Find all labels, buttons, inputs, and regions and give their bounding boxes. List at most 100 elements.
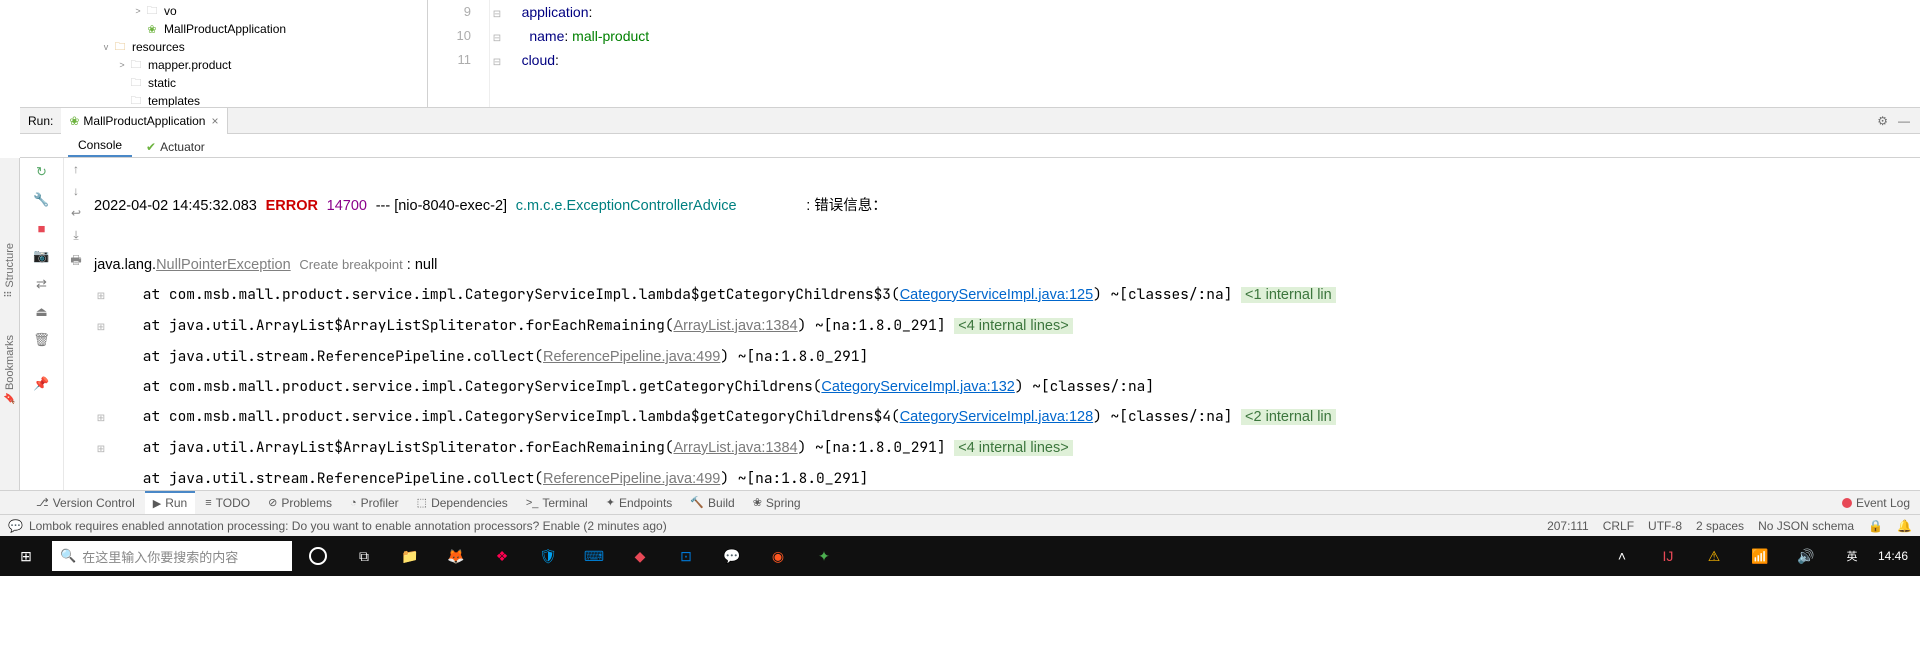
- json-schema[interactable]: No JSON schema: [1758, 519, 1854, 533]
- stack-link[interactable]: CategoryServiceImpl.java:125: [900, 287, 1093, 303]
- bottom-tab-spring[interactable]: ❀Spring: [745, 491, 809, 514]
- tree-item[interactable]: >🗀vo: [20, 2, 427, 20]
- up-icon[interactable]: ↑: [73, 162, 79, 176]
- tree-item[interactable]: 🗀static: [20, 74, 427, 92]
- editor[interactable]: 91011 ⊟ application:⊟ name: mall-product…: [428, 0, 1920, 107]
- tray-up-icon[interactable]: ˄: [1602, 541, 1642, 571]
- tray-volume-icon[interactable]: 🔊: [1786, 541, 1826, 571]
- app-icon-6[interactable]: ◆: [620, 541, 660, 571]
- notification-dot-icon: [1842, 498, 1852, 508]
- actuator-tab[interactable]: ✔Actuator: [136, 136, 215, 157]
- indent-info[interactable]: 2 spaces: [1696, 519, 1744, 533]
- app-icon-9[interactable]: ◉: [758, 541, 798, 571]
- stack-link[interactable]: CategoryServiceImpl.java:128: [900, 409, 1093, 425]
- stack-link[interactable]: ArrayList.java:1384: [674, 318, 798, 334]
- notif-icon[interactable]: 🔔: [1897, 519, 1912, 533]
- tree-item[interactable]: v🗀resources: [20, 38, 427, 56]
- bottom-tab-build[interactable]: 🔨Build: [682, 491, 742, 514]
- start-button[interactable]: ⊞: [6, 541, 46, 571]
- bottom-tab-profiler[interactable]: ◔Profiler: [342, 491, 407, 514]
- tray-wifi-icon[interactable]: 📶: [1740, 541, 1780, 571]
- bottom-tab-endpoints[interactable]: ✦Endpoints: [598, 491, 681, 514]
- spring-icon: ❀: [144, 23, 160, 36]
- tree-item-label: static: [148, 76, 176, 90]
- cortana-icon[interactable]: [298, 541, 338, 571]
- bottom-tab-dependencies[interactable]: ⬚Dependencies: [409, 491, 516, 514]
- rerun-icon[interactable]: ↻: [32, 162, 52, 182]
- console-tab[interactable]: Console: [68, 134, 132, 157]
- print-icon[interactable]: 🖶: [70, 251, 81, 272]
- chevron-icon[interactable]: v: [100, 42, 112, 52]
- app-icon-4[interactable]: 🛡: [528, 541, 568, 571]
- structure-tool[interactable]: ⠿ Structure: [4, 239, 16, 302]
- stack-link[interactable]: CategoryServiceImpl.java:132: [821, 379, 1014, 395]
- fold-icon[interactable]: ⊟: [490, 51, 504, 75]
- ime-icon[interactable]: 英: [1832, 541, 1872, 571]
- tree-item[interactable]: 🗀templates: [20, 92, 427, 107]
- folder-icon: 🗀: [144, 2, 160, 21]
- run-config-tab[interactable]: ❀ MallProductApplication ×: [61, 108, 227, 134]
- tree-item[interactable]: ❀MallProductApplication: [20, 20, 427, 38]
- status-message[interactable]: Lombok requires enabled annotation proce…: [29, 519, 1547, 533]
- exit-icon[interactable]: ⏏: [32, 302, 52, 322]
- app-icon-10[interactable]: ✦: [804, 541, 844, 571]
- status-msg-icon: 💬: [8, 519, 23, 533]
- app-icon-5[interactable]: ⌨: [574, 541, 614, 571]
- layout-icon[interactable]: ⇄: [32, 274, 52, 294]
- close-icon[interactable]: ×: [211, 114, 218, 128]
- app-icon-7[interactable]: ⊡: [666, 541, 706, 571]
- bottom-tab-problems[interactable]: ⊘Problems: [260, 491, 340, 514]
- tray-icon-1[interactable]: IJ: [1648, 541, 1688, 571]
- soft-wrap-icon[interactable]: ↩: [71, 206, 81, 220]
- console-output[interactable]: 2022-04-02 14:45:32.083 ERROR 14700 --- …: [88, 158, 1920, 490]
- run-label: Run:: [20, 114, 61, 128]
- camera-icon[interactable]: 📷: [32, 246, 52, 266]
- tab-label: Terminal: [542, 496, 587, 510]
- run-body: ↻ 🔧 ■ 📷 ⇄ ⏏ 🗑 📌 ↑ ↓ ↩ ⤓ 🖶 2022-04-02 14:…: [20, 158, 1920, 490]
- tab-icon: ◔: [350, 497, 357, 509]
- tray-icon-2[interactable]: ⚠: [1694, 541, 1734, 571]
- stack-link[interactable]: ReferencePipeline.java:499: [543, 471, 720, 487]
- tree-item[interactable]: >🗀mapper.product: [20, 56, 427, 74]
- chevron-icon[interactable]: >: [132, 6, 144, 16]
- task-view-icon[interactable]: ⧉: [344, 541, 384, 571]
- event-log-button[interactable]: Event Log: [1842, 496, 1920, 510]
- lock-icon[interactable]: 🔒: [1868, 519, 1883, 533]
- taskbar-clock[interactable]: 14:46: [1878, 549, 1914, 563]
- pin-icon[interactable]: 📌: [32, 374, 52, 394]
- stack-link[interactable]: ReferencePipeline.java:499: [543, 349, 720, 365]
- fold-icon[interactable]: ⊞: [94, 313, 108, 342]
- app-icon-8[interactable]: 💬: [712, 541, 752, 571]
- stop-icon[interactable]: ■: [32, 218, 52, 238]
- internal-lines-tag[interactable]: <4 internal lines>: [954, 440, 1072, 456]
- down-icon[interactable]: ↓: [73, 184, 79, 198]
- gear-icon[interactable]: ⚙: [1877, 114, 1888, 128]
- fold-icon[interactable]: ⊞: [94, 404, 108, 433]
- internal-lines-tag[interactable]: <4 internal lines>: [954, 318, 1072, 334]
- project-tree[interactable]: >🗀vo❀MallProductApplicationv🗀resources>🗀…: [20, 0, 428, 107]
- scroll-end-icon[interactable]: ⤓: [73, 228, 78, 243]
- tab-label: Endpoints: [619, 496, 672, 510]
- app-icon-3[interactable]: ❖: [482, 541, 522, 571]
- app-icon-2[interactable]: 🦊: [436, 541, 476, 571]
- bottom-tab-version-control[interactable]: ⎇Version Control: [28, 491, 143, 514]
- bookmarks-tool[interactable]: 🔖 Bookmarks: [4, 331, 16, 409]
- file-encoding[interactable]: UTF-8: [1648, 519, 1682, 533]
- internal-lines-tag[interactable]: <1 internal lin: [1241, 287, 1336, 303]
- wrench-icon[interactable]: 🔧: [32, 190, 52, 210]
- stack-link[interactable]: ArrayList.java:1384: [674, 440, 798, 456]
- bottom-tab-terminal[interactable]: >_Terminal: [518, 491, 596, 514]
- caret-pos[interactable]: 207:111: [1547, 519, 1589, 533]
- bottom-tab-todo[interactable]: ≡TODO: [197, 491, 258, 514]
- fold-icon[interactable]: ⊞: [94, 282, 108, 311]
- tab-icon: ❀: [753, 496, 762, 509]
- trash-icon[interactable]: 🗑: [32, 330, 52, 350]
- internal-lines-tag[interactable]: <2 internal lin: [1241, 409, 1336, 425]
- line-sep[interactable]: CRLF: [1603, 519, 1634, 533]
- minimize-icon[interactable]: —: [1898, 114, 1910, 128]
- app-icon-1[interactable]: 📁: [390, 541, 430, 571]
- taskbar-search[interactable]: 🔍 在这里输入你要搜索的内容: [52, 541, 292, 571]
- bottom-tab-run[interactable]: ▶Run: [145, 491, 195, 514]
- fold-icon[interactable]: ⊞: [94, 435, 108, 464]
- chevron-icon[interactable]: >: [116, 60, 128, 70]
